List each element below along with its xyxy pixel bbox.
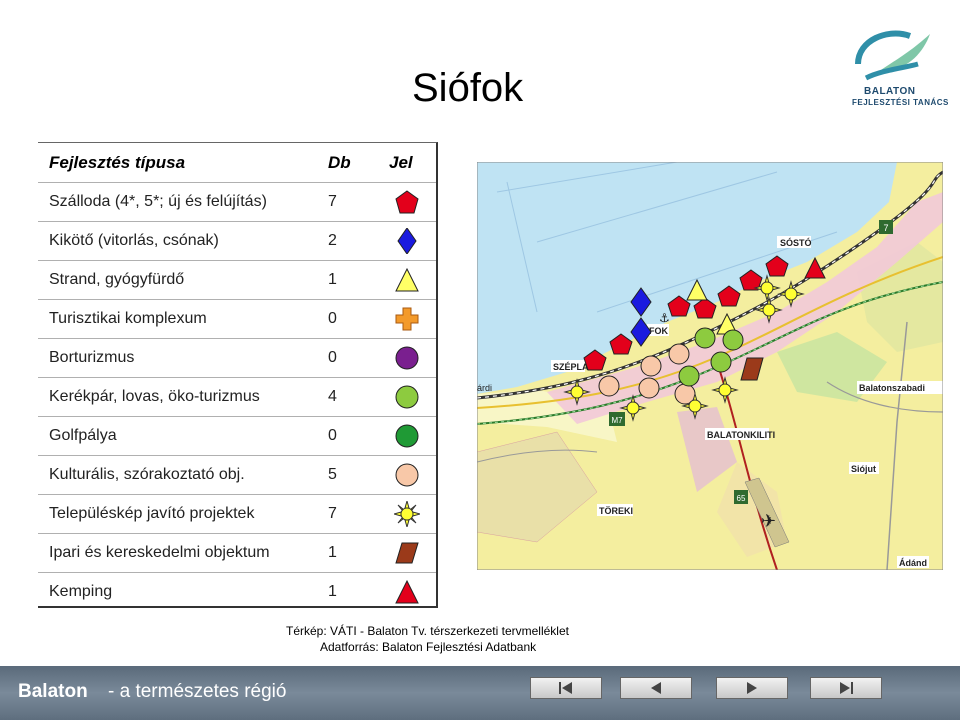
place-sosto: SÓSTÓ bbox=[780, 237, 812, 248]
table-row: Kemping 1 bbox=[38, 573, 436, 612]
page-title: Siófok bbox=[412, 66, 524, 110]
row-label: Borturizmus bbox=[49, 349, 135, 366]
row-count: 5 bbox=[328, 466, 337, 483]
place-ardi: árdi bbox=[477, 383, 492, 393]
purple-circle-icon bbox=[395, 346, 419, 370]
table-row: Kikötő (vitorlás, csónak) 2 bbox=[38, 222, 436, 261]
peach-circle-icon bbox=[395, 463, 419, 487]
place-fok: FOK bbox=[649, 326, 668, 336]
svg-text:⚓: ⚓ bbox=[659, 311, 670, 325]
place-siojut: Siójut bbox=[851, 464, 876, 474]
siofok-map: 7 M7 65 SÓSTÓ FOK SZÉPLAK árdi Balatonsz… bbox=[477, 162, 943, 570]
row-count: 0 bbox=[328, 310, 337, 327]
map-marker-culture bbox=[598, 375, 620, 397]
row-count: 4 bbox=[328, 388, 337, 405]
place-toreki: TÖREKI bbox=[599, 506, 633, 516]
blue-diamond-icon bbox=[397, 228, 417, 254]
row-label: Településkép javító projektek bbox=[49, 505, 255, 522]
nav-last-button[interactable] bbox=[810, 677, 882, 699]
row-label: Strand, gyógyfürdő bbox=[49, 271, 185, 288]
first-icon bbox=[559, 682, 572, 694]
footer-brand: Balaton bbox=[18, 681, 88, 702]
orange-cross-icon bbox=[395, 307, 419, 331]
table-row: Turisztikai komplexum 0 bbox=[38, 300, 436, 339]
row-label: Turisztikai komplexum bbox=[49, 310, 207, 327]
header-count: Db bbox=[328, 153, 351, 172]
row-count: 7 bbox=[328, 193, 337, 210]
table-row: Golfpálya 0 bbox=[38, 417, 436, 456]
map-marker-culture bbox=[640, 355, 662, 377]
table-row: Szálloda (4*, 5*; új és felújítás) 7 bbox=[38, 183, 436, 222]
light-green-circle-icon bbox=[395, 385, 419, 409]
row-count: 1 bbox=[328, 271, 337, 288]
data-credit: Adatforrás: Balaton Fejlesztési Adatbank bbox=[320, 640, 537, 654]
nav-next-button[interactable] bbox=[716, 677, 788, 699]
road-65-label: 65 bbox=[737, 494, 746, 503]
table-row: Településkép javító projektek 7 bbox=[38, 495, 436, 534]
row-count: 0 bbox=[328, 349, 337, 366]
green-circle-icon bbox=[395, 424, 419, 448]
row-label: Szálloda (4*, 5*; új és felújítás) bbox=[49, 193, 267, 210]
row-count: 1 bbox=[328, 583, 337, 600]
row-label: Ipari és kereskedelmi objektum bbox=[49, 544, 270, 561]
place-adand: Ádánd bbox=[899, 558, 927, 568]
red-triangle-icon bbox=[395, 579, 419, 604]
table-row: Strand, gyógyfürdő 1 bbox=[38, 261, 436, 300]
logo-line2: FEJLESZTÉSI TANÁCS bbox=[852, 98, 949, 107]
yellow-triangle-icon bbox=[395, 267, 419, 292]
table-row: Kerékpár, lovas, öko-turizmus 4 bbox=[38, 378, 436, 417]
table-row: Ipari és kereskedelmi objektum 1 bbox=[38, 534, 436, 573]
row-label: Kemping bbox=[49, 583, 113, 600]
table-header-row: Fejlesztés típusa Db Jel bbox=[38, 143, 436, 183]
row-label: Kikötő (vitorlás, csónak) bbox=[49, 232, 219, 249]
table-row: Borturizmus 0 bbox=[38, 339, 436, 378]
last-icon bbox=[840, 682, 853, 694]
prev-icon bbox=[651, 682, 661, 694]
road-m7-label: M7 bbox=[611, 416, 623, 425]
footer-tagline: - a természetes régió bbox=[108, 681, 287, 702]
map-credit: Térkép: VÁTI - Balaton Tv. térszerkezeti… bbox=[286, 624, 569, 638]
nav-prev-button[interactable] bbox=[620, 677, 692, 699]
map-marker-bike bbox=[710, 351, 732, 373]
logo-line1: BALATON bbox=[864, 86, 916, 97]
map-marker-culture bbox=[668, 343, 690, 365]
row-label: Kulturális, szórakoztató obj. bbox=[49, 466, 245, 483]
map-marker-culture bbox=[638, 377, 660, 399]
header-type: Fejlesztés típusa bbox=[49, 153, 186, 172]
row-label: Golfpálya bbox=[49, 427, 117, 444]
place-balatonkiliti: BALATONKILITI bbox=[707, 430, 775, 440]
legend-table: Fejlesztés típusa Db Jel Szálloda (4*, 5… bbox=[38, 142, 438, 608]
road-7-label: 7 bbox=[883, 223, 888, 233]
brown-parallelogram-icon bbox=[395, 542, 419, 564]
svg-text:✈: ✈ bbox=[761, 511, 776, 532]
row-count: 7 bbox=[328, 505, 337, 522]
row-count: 1 bbox=[328, 544, 337, 561]
sun-icon bbox=[394, 501, 420, 527]
table-row: Kulturális, szórakoztató obj. 5 bbox=[38, 456, 436, 495]
row-label: Kerékpár, lovas, öko-turizmus bbox=[49, 388, 260, 405]
nav-first-button[interactable] bbox=[530, 677, 602, 699]
map-marker-bike bbox=[678, 365, 700, 387]
row-count: 0 bbox=[328, 427, 337, 444]
footer-bar: Balaton - a természetes régió bbox=[0, 666, 960, 720]
row-count: 2 bbox=[328, 232, 337, 249]
map-marker-bike bbox=[722, 329, 744, 351]
place-balatonszabadi: Balatonszabadi bbox=[859, 383, 925, 393]
next-icon bbox=[747, 682, 757, 694]
red-pentagon-icon bbox=[395, 190, 419, 214]
header-symbol: Jel bbox=[389, 153, 413, 172]
map-marker-bike bbox=[694, 327, 716, 349]
